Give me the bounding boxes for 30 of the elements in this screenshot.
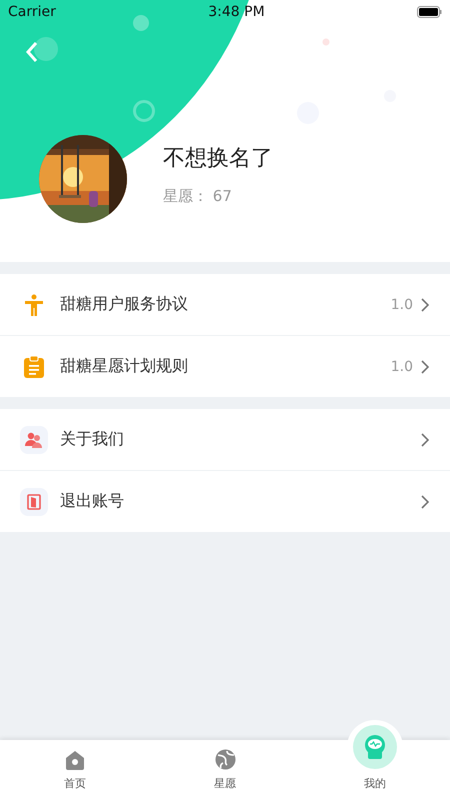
person-icon [24, 294, 44, 316]
version-label: 1.0 [390, 296, 413, 312]
menu-item[interactable]: 关于我们 [0, 409, 450, 470]
clock: 3:48 PM [208, 4, 265, 20]
star-wish-count: 星愿： 67 [163, 186, 233, 206]
menu-item[interactable]: 甜糖星愿计划规则 1.0 [0, 335, 450, 397]
menu-item[interactable]: 退出账号 [0, 470, 450, 532]
tab[interactable]: 我的 [300, 720, 450, 800]
battery-icon [417, 6, 442, 18]
version-label: 1.0 [390, 358, 413, 374]
globe-icon [214, 749, 236, 770]
tab[interactable]: 首页 [0, 740, 150, 800]
carrier-label: Carrier [8, 4, 56, 20]
chevron-icon [421, 432, 430, 446]
chevron-icon [421, 494, 430, 508]
home-icon [65, 750, 85, 770]
tab[interactable]: 星愿 [150, 740, 300, 800]
clipboard-icon [24, 356, 44, 378]
menu-label: 甜糖星愿计划规则 [60, 356, 189, 377]
back-icon [25, 41, 39, 63]
menu-item[interactable]: 甜糖用户服务协议 1.0 [0, 274, 450, 335]
menu-label: 甜糖用户服务协议 [60, 294, 189, 315]
user-name: 不想换名了 [163, 144, 273, 172]
chevron-icon [421, 360, 430, 374]
menu-label: 退出账号 [60, 491, 125, 512]
robot-icon [362, 734, 388, 760]
chevron-icon [421, 298, 430, 312]
door-icon [27, 494, 41, 510]
people-icon [25, 432, 43, 448]
menu-label: 关于我们 [60, 429, 125, 450]
